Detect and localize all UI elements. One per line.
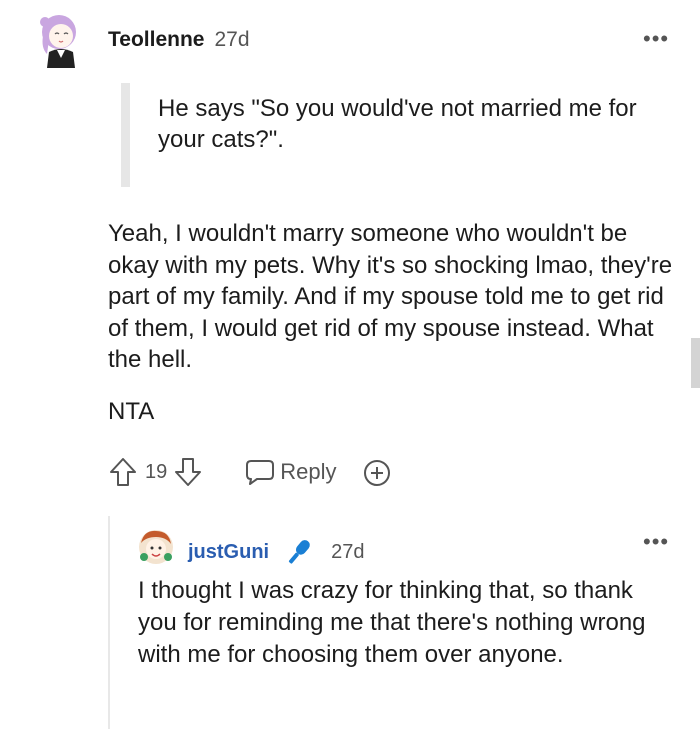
quote-bar (121, 83, 130, 187)
timestamp: 27d (214, 28, 250, 51)
reply-more-options-icon[interactable]: ••• (643, 531, 669, 553)
reply-timestamp: 27d (331, 540, 365, 563)
reply-body: I thought I was crazy for thinking that,… (138, 577, 646, 668)
comment-body: Yeah, I wouldn't marry someone who would… (108, 220, 673, 373)
comment-verdict: NTA (108, 398, 155, 425)
quoted-text: He says "So you would've not married me … (158, 95, 637, 153)
thread-line[interactable] (108, 516, 110, 729)
microphone-icon (281, 536, 317, 568)
reply-header: justGuni 27d (188, 536, 364, 568)
plus-circle-icon[interactable] (361, 456, 393, 488)
user-avatar[interactable] (35, 10, 85, 68)
comment-header: Teollenne 27d (108, 28, 250, 52)
arrow-down-icon[interactable] (173, 456, 203, 488)
reply-button[interactable]: Reply (243, 457, 337, 487)
arrow-up-icon[interactable] (108, 456, 138, 488)
vote-count: 19 (145, 460, 168, 483)
reply-label: Reply (280, 459, 337, 484)
reply-user-avatar[interactable] (136, 527, 176, 567)
comment-actions: 19 Reply (108, 455, 393, 489)
reply-username[interactable]: justGuni (188, 541, 269, 564)
chat-bubble-icon (243, 457, 275, 487)
more-options-icon[interactable]: ••• (643, 28, 669, 50)
scrollbar-thumb[interactable] (691, 338, 700, 388)
username[interactable]: Teollenne (108, 28, 204, 52)
